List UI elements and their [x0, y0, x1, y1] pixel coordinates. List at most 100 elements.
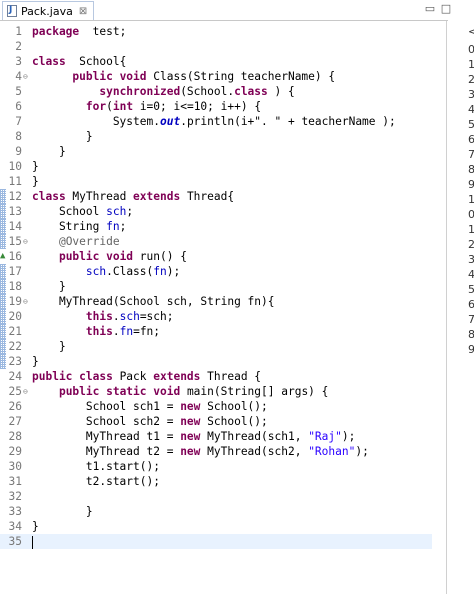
code-text: School sch;: [32, 205, 134, 218]
code-line[interactable]: 9 }: [0, 144, 446, 159]
line-number: 10: [8, 160, 22, 173]
code-line[interactable]: 21 this.fn=fn;: [0, 324, 446, 339]
code-line[interactable]: 4 ⊖ public void Class(String teacherName)…: [0, 69, 446, 84]
line-number: 32: [8, 490, 22, 503]
side-panel-item: 3: [468, 253, 474, 266]
code-text: School sch1 = new School();: [32, 400, 268, 413]
code-text: }: [32, 160, 39, 173]
side-panel-item: 9: [468, 178, 474, 191]
minimize-icon[interactable]: ▭: [424, 3, 436, 14]
side-panel-item: 7: [468, 313, 474, 326]
code-line[interactable]: 22 }: [0, 339, 446, 354]
side-panel-item: 1: [468, 193, 474, 206]
code-line[interactable]: ▲ 16 public void run() {: [0, 249, 446, 264]
code-text: [32, 534, 33, 549]
code-line[interactable]: 17 sch.Class(fn);: [0, 264, 446, 279]
vertical-scrollbar[interactable]: [432, 21, 446, 594]
line-number: 22: [8, 340, 22, 353]
fold-toggle-icon[interactable]: ⊖: [23, 294, 32, 309]
code-text: String fn;: [32, 220, 127, 233]
code-text: t1.start();: [32, 460, 160, 473]
line-number: 30: [8, 460, 22, 473]
code-text: MyThread(School sch, String fn){: [32, 295, 275, 308]
side-panel-item: 9: [468, 343, 474, 356]
code-text: }: [32, 280, 66, 293]
code-text: public class Pack extends Thread {: [32, 370, 262, 383]
code-line[interactable]: 2: [0, 39, 446, 54]
line-number: 28: [8, 430, 22, 443]
code-text: t2.start();: [32, 475, 160, 488]
line-number: 23: [8, 355, 22, 368]
code-line[interactable]: 5 synchronized(School.class ) {: [0, 84, 446, 99]
code-line[interactable]: 23}: [0, 354, 446, 369]
code-line[interactable]: 25 ⊖ public static void main(String[] arg…: [0, 384, 446, 399]
code-text: }: [32, 520, 39, 533]
text-cursor: [32, 535, 33, 549]
code-line[interactable]: 1 package test;: [0, 24, 446, 39]
side-panel-item: 5: [468, 118, 474, 131]
side-panel-item: 2: [468, 238, 474, 251]
line-number: 31: [8, 475, 22, 488]
code-line[interactable]: 26 School sch1 = new School();: [0, 399, 446, 414]
line-number: 1: [15, 25, 22, 38]
code-text: class MyThread extends Thread{: [32, 190, 235, 203]
code-line[interactable]: 19 ⊖ MyThread(School sch, String fn){: [0, 294, 446, 309]
code-line[interactable]: 24 public class Pack extends Thread {: [0, 369, 446, 384]
line-number: 26: [8, 400, 22, 413]
code-line[interactable]: 18 }: [0, 279, 446, 294]
side-panel-item: 0: [468, 43, 474, 56]
code-text: School sch2 = new School();: [32, 415, 268, 428]
side-panel-item: 0: [468, 208, 474, 221]
code-text: }: [32, 355, 39, 368]
code-line[interactable]: 14 String fn;: [0, 219, 446, 234]
line-number: 5: [15, 85, 22, 98]
side-panel-item: 4: [468, 103, 474, 116]
fold-toggle-icon[interactable]: ⊖: [23, 234, 32, 249]
side-panel-top-label: <: [468, 25, 474, 38]
side-panel-item: 6: [468, 298, 474, 311]
code-line[interactable]: 6 for(int i=0; i<=10; i++) {: [0, 99, 446, 114]
line-number: 9: [15, 145, 22, 158]
code-line[interactable]: 13 School sch;: [0, 204, 446, 219]
side-panel-item: 4: [468, 268, 474, 281]
code-editor[interactable]: 1 package test; 2 3 class School{4 ⊖ public v…: [0, 21, 447, 594]
code-text: sch.Class(fn);: [85, 265, 181, 278]
code-line[interactable]: 15 ⊖ @Override: [0, 234, 446, 249]
code-text: public void run() {: [58, 250, 187, 263]
editor-tab-bar: Pack.java ⊠ ▭ □: [0, 0, 474, 21]
fold-toggle-icon[interactable]: ⊖: [23, 384, 32, 399]
code-line[interactable]: 29 MyThread t2 = new MyThread(sch2, "Roh…: [0, 444, 446, 459]
code-line[interactable]: 34}: [0, 519, 446, 534]
line-number: 3: [15, 55, 22, 68]
maximize-icon[interactable]: □: [440, 3, 452, 14]
code-line[interactable]: 33 }: [0, 504, 446, 519]
code-line[interactable]: 28 MyThread t1 = new MyThread(sch1, "Raj…: [0, 429, 446, 444]
code-line[interactable]: 32: [0, 489, 446, 504]
code-line[interactable]: 11}: [0, 174, 446, 189]
tab-pack-java[interactable]: Pack.java ⊠: [2, 1, 95, 20]
code-line[interactable]: 8 }: [0, 129, 446, 144]
code-text: @Override: [58, 235, 120, 248]
code-text: }: [32, 505, 93, 518]
code-text: }: [32, 130, 93, 143]
code-line[interactable]: 31 t2.start();: [0, 474, 446, 489]
line-number: 12: [8, 190, 22, 203]
side-panel: < 012345678910123456789: [448, 20, 474, 594]
code-line[interactable]: 10}: [0, 159, 446, 174]
code-line[interactable]: 12 class MyThread extends Thread{: [0, 189, 446, 204]
line-number: 27: [8, 415, 22, 428]
code-line[interactable]: 30 t1.start();: [0, 459, 446, 474]
side-panel-item: 2: [468, 73, 474, 86]
close-tab-icon[interactable]: ⊠: [79, 6, 87, 17]
fold-toggle-icon[interactable]: ⊖: [23, 69, 32, 84]
code-line[interactable]: 3 class School{: [0, 54, 446, 69]
line-number: 25: [8, 385, 22, 398]
line-number: 11: [8, 175, 22, 188]
code-line[interactable]: 27 School sch2 = new School();: [0, 414, 446, 429]
code-line[interactable]: 7 System.out.println(i+". " + teacherNam…: [0, 114, 446, 129]
line-number: 19: [8, 295, 22, 308]
code-text: MyThread t1 = new MyThread(sch1, "Raj");: [32, 430, 356, 443]
code-line[interactable]: 35: [0, 534, 446, 549]
line-number: 33: [8, 505, 22, 518]
code-line[interactable]: 20 this.sch=sch;: [0, 309, 446, 324]
